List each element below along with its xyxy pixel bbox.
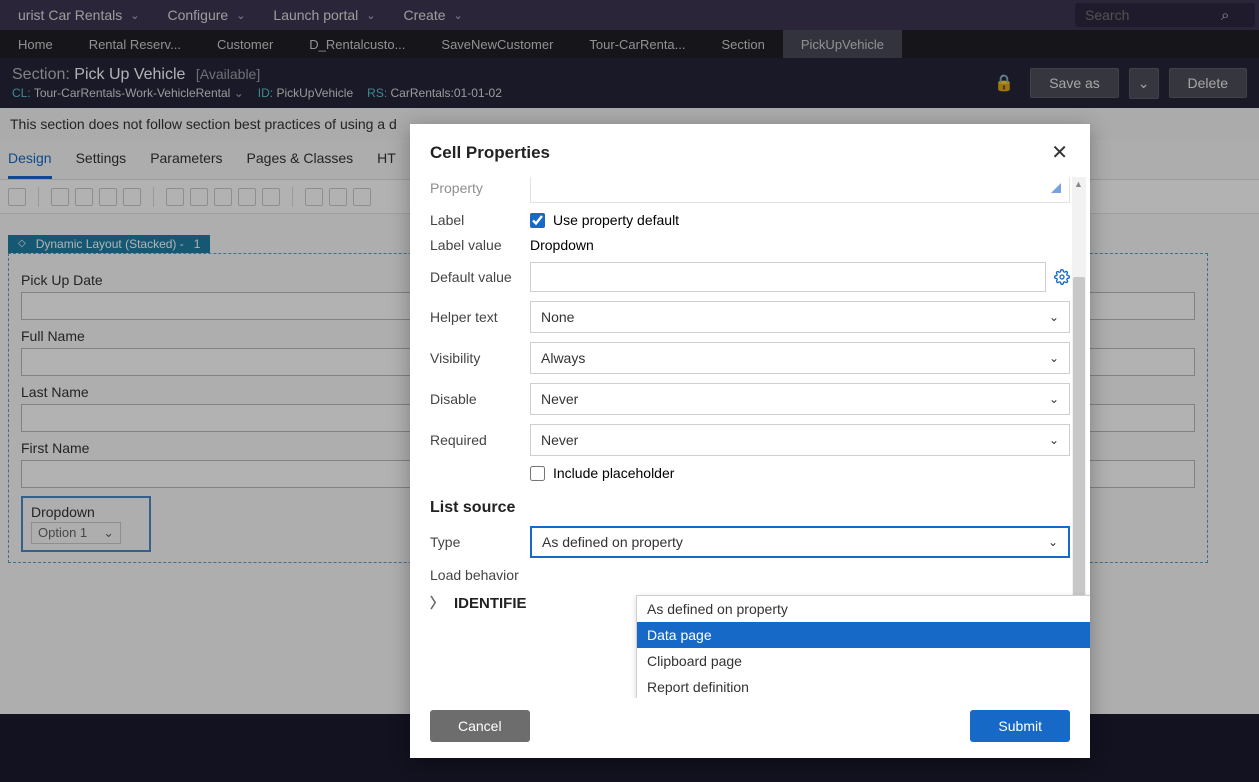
include-placeholder-text: Include placeholder [553,465,674,481]
type-option-as-defined[interactable]: As defined on property [637,596,1090,622]
property-input[interactable] [530,177,1070,203]
chevron-down-icon: ⌄ [1048,535,1058,549]
chevron-down-icon: ⌄ [1049,351,1059,365]
helper-text-select[interactable]: None⌄ [530,301,1070,333]
property-label: Property [430,180,530,196]
label-value-label: Label value [430,237,530,253]
load-behavior-label: Load behavior [430,567,530,583]
list-source-heading: List source [430,499,1070,517]
disable-select[interactable]: Never⌄ [530,383,1070,415]
visibility-label: Visibility [430,350,530,366]
cancel-button[interactable]: Cancel [430,710,530,742]
chevron-right-icon: 〉 [430,593,444,613]
default-value-label: Default value [430,269,530,285]
required-select[interactable]: Never⌄ [530,424,1070,456]
chevron-down-icon: ⌄ [1049,433,1059,447]
gear-icon[interactable] [1054,269,1070,285]
cell-properties-modal: Cell Properties ✕ Property Label Use pro… [410,124,1090,758]
visibility-select[interactable]: Always⌄ [530,342,1070,374]
close-icon[interactable]: ✕ [1049,138,1070,167]
use-property-default-checkbox[interactable] [530,213,545,228]
include-placeholder-checkbox[interactable] [530,466,545,481]
identifiers-label: IDENTIFIE [454,595,527,612]
required-label: Required [430,432,530,448]
use-property-default-text: Use property default [553,212,679,228]
type-option-data-page[interactable]: Data page [637,622,1090,648]
label-value-text: Dropdown [530,237,594,253]
default-value-input[interactable] [530,262,1046,292]
chevron-down-icon: ⌄ [1049,392,1059,406]
type-option-report-definition[interactable]: Report definition [637,674,1090,698]
modal-title: Cell Properties [430,143,550,163]
type-dropdown-list: As defined on property Data page Clipboa… [636,595,1090,698]
submit-button[interactable]: Submit [970,710,1070,742]
type-option-clipboard-page[interactable]: Clipboard page [637,648,1090,674]
label-label: Label [430,212,530,228]
type-label: Type [430,534,530,550]
type-select[interactable]: As defined on property⌄ [530,526,1070,558]
disable-label: Disable [430,391,530,407]
helper-text-label: Helper text [430,309,530,325]
chevron-down-icon: ⌄ [1049,310,1059,324]
